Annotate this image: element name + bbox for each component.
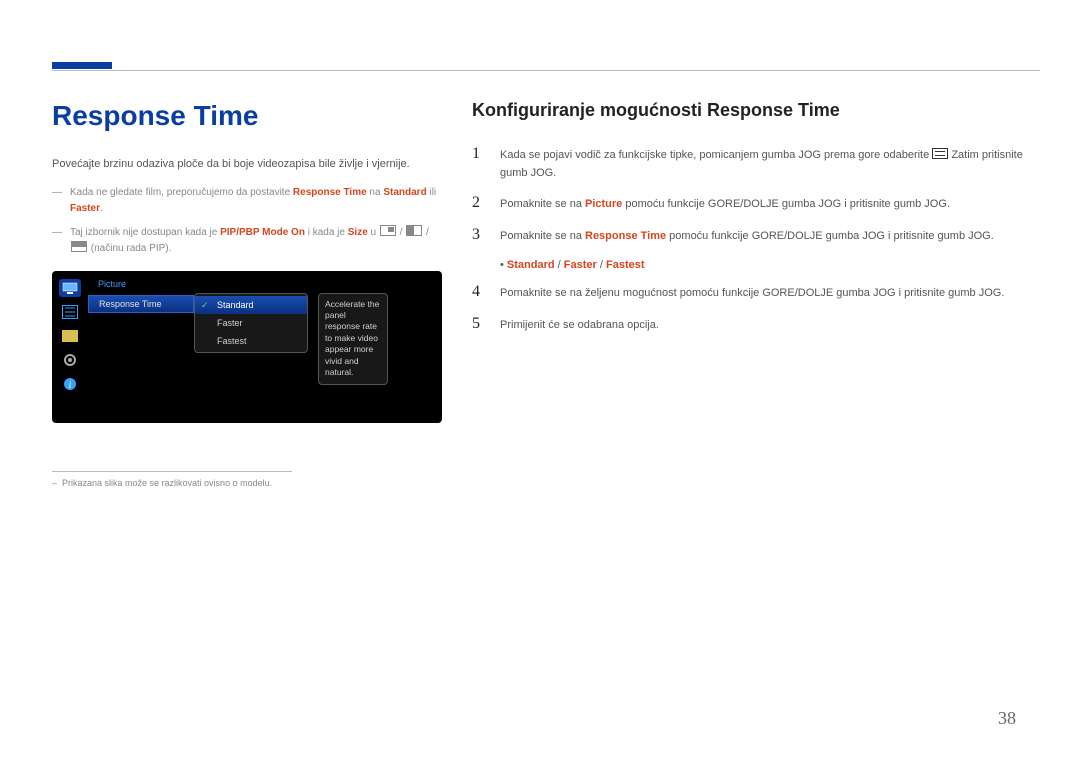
osd-sidebar: i xyxy=(52,271,88,423)
step-num-2: 2 xyxy=(472,194,486,212)
bullet-faster: Faster xyxy=(564,259,597,271)
osd-menu-col: Picture Response Time xyxy=(88,271,194,423)
bullet-fastest: Fastest xyxy=(606,259,645,271)
osd-options-box: ✓ Standard Faster Fastest xyxy=(194,293,308,353)
step-num-5: 5 xyxy=(472,315,486,333)
note2-pre: Taj izbornik nije dostupan kada je xyxy=(70,227,220,238)
step-5-text: Primijenit će se odabrana opcija. xyxy=(500,315,659,335)
osd-sidebar-pip-icon xyxy=(59,303,81,321)
step-1-text: Kada se pojavi vodič za funkcijske tipke… xyxy=(500,145,1040,182)
osd-sidebar-settings-icon xyxy=(59,351,81,369)
osd-menu-item: Response Time xyxy=(88,295,194,313)
bullet-standard: Standard xyxy=(507,259,555,271)
check-icon: ✓ xyxy=(201,300,209,311)
step-1: 1 Kada se pojavi vodič za funkcijske tip… xyxy=(472,145,1040,182)
step-2-text: Pomaknite se na Picture pomoću funkcije … xyxy=(500,194,950,214)
step-4-text: Pomaknite se na željenu mogućnost pomoću… xyxy=(500,283,1004,303)
footnote-rule xyxy=(52,471,292,472)
note-1: Kada ne gledate film, preporučujemo da p… xyxy=(52,185,442,217)
header-accent-bar xyxy=(52,62,112,69)
osd-screenshot: i Picture Response Time ✓ Standard Faster… xyxy=(52,271,442,423)
note1-end: . xyxy=(100,203,103,214)
menu-icon xyxy=(932,148,948,159)
step2-post: pomoću funkcije GORE/DOLJE gumba JOG i p… xyxy=(622,198,950,210)
osd-menu-head: Picture xyxy=(88,277,194,295)
note-2: Taj izbornik nije dostupan kada je PIP/P… xyxy=(52,225,442,257)
step3-post: pomoću funkcije GORE/DOLJE gumba JOG i p… xyxy=(666,230,994,242)
svg-text:i: i xyxy=(69,380,72,391)
note1-pre: Kada ne gledate film, preporučujemo da p… xyxy=(70,187,293,198)
footnote-text: Prikazana slika može se razlikovati ovis… xyxy=(52,478,442,488)
osd-opt1-label: Standard xyxy=(217,300,254,310)
note2-mid: i kada je xyxy=(305,227,348,238)
steps-list: 1 Kada se pojavi vodič za funkcijske tip… xyxy=(472,145,1040,335)
step-3: 3 Pomaknite se na Response Time pomoću f… xyxy=(472,226,1040,246)
step-5: 5 Primijenit će se odabrana opcija. xyxy=(472,315,1040,335)
page-number: 38 xyxy=(998,708,1016,729)
osd-options-col: ✓ Standard Faster Fastest xyxy=(194,271,308,423)
step3-pre: Pomaknite se na xyxy=(500,230,585,242)
note1-response-time: Response Time xyxy=(293,187,367,198)
osd-description: Accelerate the panel response rate to ma… xyxy=(318,293,388,385)
note2-pip: PIP/PBP Mode On xyxy=(220,227,305,238)
step2-pre: Pomaknite se na xyxy=(500,198,585,210)
note1-na: na xyxy=(367,187,384,198)
osd-sidebar-onscreen-icon xyxy=(59,327,81,345)
osd-sidebar-picture-icon xyxy=(59,279,81,297)
osd-option-standard: ✓ Standard xyxy=(195,296,307,314)
osd-option-faster: Faster xyxy=(195,314,307,332)
page-content: Response Time Povećajte brzinu odaziva p… xyxy=(52,100,1040,488)
step-3-text: Pomaknite se na Response Time pomoću fun… xyxy=(500,226,994,246)
note2-end: (načinu rada PIP). xyxy=(91,243,172,254)
note2-size: Size xyxy=(348,227,368,238)
step-4: 4 Pomaknite se na željenu mogućnost pomo… xyxy=(472,283,1040,303)
note1-standard: Standard xyxy=(383,187,426,198)
osd-description-col: Accelerate the panel response rate to ma… xyxy=(308,271,398,423)
subsection-heading: Konfiguriranje mogućnosti Response Time xyxy=(472,100,1040,121)
step-num-3: 3 xyxy=(472,226,486,244)
step-num-4: 4 xyxy=(472,283,486,301)
intro-text: Povećajte brzinu odaziva ploče da bi boj… xyxy=(52,156,442,173)
osd-sidebar-info-icon: i xyxy=(59,375,81,393)
left-column: Response Time Povećajte brzinu odaziva p… xyxy=(52,100,442,488)
options-bullet: Standard / Faster / Fastest xyxy=(500,257,1040,271)
header-rule xyxy=(52,70,1040,71)
osd-option-fastest: Fastest xyxy=(195,332,307,350)
right-column: Konfiguriranje mogućnosti Response Time … xyxy=(472,100,1040,488)
step-2: 2 Pomaknite se na Picture pomoću funkcij… xyxy=(472,194,1040,214)
note1-ili: ili xyxy=(427,187,436,198)
pip-icon-small-tr xyxy=(380,225,396,236)
pip-icon-half-top xyxy=(71,241,87,252)
section-heading: Response Time xyxy=(52,100,442,132)
pip-icon-half-left xyxy=(406,225,422,236)
note2-u: u xyxy=(368,227,379,238)
step-num-1: 1 xyxy=(472,145,486,163)
step3-response-time: Response Time xyxy=(585,230,666,242)
note1-faster: Faster xyxy=(70,203,100,214)
step1-pre: Kada se pojavi vodič za funkcijske tipke… xyxy=(500,149,932,161)
step2-picture: Picture xyxy=(585,198,622,210)
